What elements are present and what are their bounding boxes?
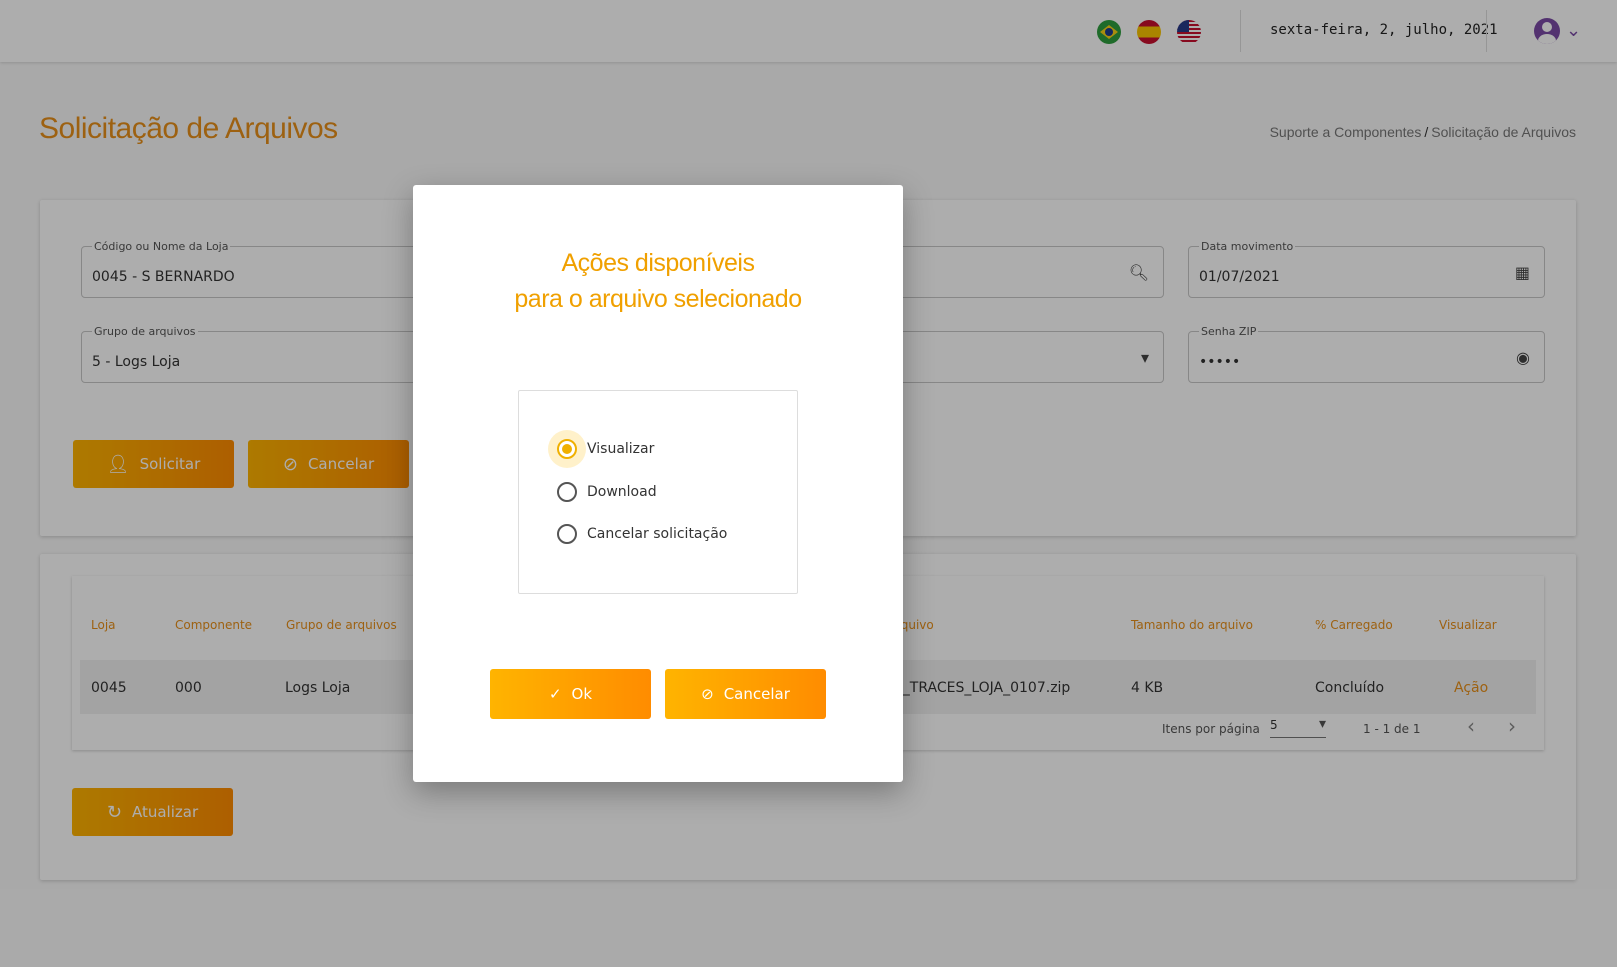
radio-icon[interactable]	[557, 524, 577, 544]
option-label: Cancelar solicitação	[587, 526, 728, 542]
options-group: Visualizar Download Cancelar solicitação	[518, 390, 798, 594]
dialog-title-line2: para o arquivo selecionado	[514, 285, 802, 313]
dialog-title-line1: Ações disponíveis	[561, 249, 755, 277]
dialog-cancel-button-label: Cancelar	[723, 685, 790, 703]
option-label: Visualizar	[587, 441, 655, 457]
radio-icon[interactable]	[557, 482, 577, 502]
cancel-icon: ⊘	[701, 685, 714, 703]
option-download[interactable]: Download	[557, 482, 657, 502]
actions-dialog: Ações disponíveis para o arquivo selecio…	[413, 185, 903, 782]
check-icon: ✓	[548, 685, 562, 703]
ok-button[interactable]: ✓ Ok	[490, 669, 651, 719]
ok-button-label: Ok	[571, 685, 593, 703]
radio-selected-icon[interactable]	[557, 439, 577, 459]
option-label: Download	[587, 484, 657, 500]
dialog-cancel-button[interactable]: ⊘ Cancelar	[665, 669, 826, 719]
option-cancelar-solicitacao[interactable]: Cancelar solicitação	[557, 524, 727, 544]
dialog-title: Ações disponíveis para o arquivo selecio…	[413, 245, 903, 317]
option-visualizar[interactable]: Visualizar	[557, 439, 654, 459]
